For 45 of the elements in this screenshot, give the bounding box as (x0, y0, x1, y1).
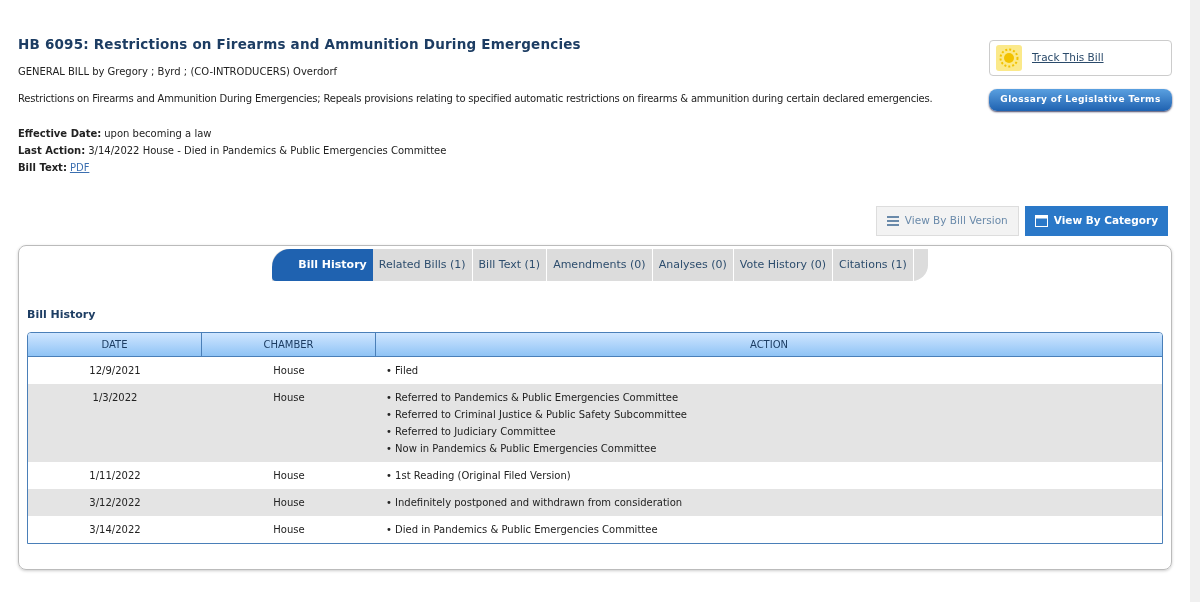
field-value: 3/14/2022 House - Died in Pandemics & Public Emergencies Committee (88, 144, 447, 159)
action-text: • Indefinitely postponed and withdrawn from consideration (386, 495, 684, 510)
chamber-cell-text: House (272, 363, 306, 378)
date-cell-text: 3/12/2022 (88, 495, 142, 510)
tab[interactable]: Citations (1) (833, 249, 914, 282)
bill-description: Restrictions on Firearms and Ammunition During Emergencies; Repeals provisions relating to specified automatic restrictions on firearms & ammunition during certain declared emergencies. (18, 92, 933, 107)
calendar-icon (1034, 215, 1048, 228)
sponsor-line: GENERAL BILL by Gregory ; Byrd ; (CO-INTRODUCERS) Overdorf (18, 65, 339, 80)
bill-title: HB 6095: Restrictions on Firearms and Ammunition During Emergencies (18, 35, 582, 54)
view-button[interactable]: View By Bill Version (875, 206, 1019, 237)
action-text: • Referred to Judiciary Committee (386, 424, 557, 439)
pdf-link[interactable]: PDF (69, 160, 90, 176)
column-header: CHAMBER (202, 332, 376, 356)
tab[interactable]: Amendments (0) (547, 249, 653, 282)
chamber-cell-text: House (272, 522, 306, 537)
view-button[interactable]: View By Category (1024, 206, 1168, 237)
field-value: upon becoming a law (104, 127, 212, 142)
column-header: DATE (28, 332, 202, 356)
date-cell-text: 12/9/2021 (88, 363, 142, 378)
column-header: ACTION (748, 337, 790, 352)
action-text: • Referred to Pandemics & Public Emergencies Committee (386, 390, 680, 405)
glossary-button[interactable]: Glossary of Legislative Terms (989, 89, 1172, 111)
tab[interactable]: Bill Text (1) (472, 249, 548, 282)
action-text: • Died in Pandemics & Public Emergencies Committee (386, 522, 659, 537)
tab[interactable]: Bill History (272, 249, 373, 282)
track-link[interactable]: Track This Bill (1032, 50, 1104, 66)
action-text: • Filed (386, 363, 420, 378)
date-cell-text: 3/14/2022 (88, 522, 142, 537)
chamber-cell-text: House (272, 390, 306, 405)
tab[interactable]: Vote History (0) (733, 249, 833, 282)
chamber-cell-text: House (272, 468, 306, 483)
action-text: • 1st Reading (Original Filed Version) (386, 468, 572, 483)
tab[interactable]: Related Bills (1) (372, 249, 473, 282)
tab[interactable]: Analyses (0) (652, 249, 734, 282)
action-text: • Now in Pandemics & Public Emergencies Committee (386, 441, 658, 456)
chamber-cell-text: House (272, 495, 306, 510)
sun-icon (996, 45, 1022, 71)
date-cell-text: 1/11/2022 (88, 468, 142, 483)
date-cell-text: 1/3/2022 (91, 390, 139, 405)
field-label: Bill Text: (18, 161, 67, 176)
field-label: Effective Date: (18, 127, 102, 142)
menu-icon (886, 216, 899, 227)
field-label: Last Action: (18, 144, 86, 159)
section-heading: Bill History (27, 307, 97, 324)
action-text: • Referred to Criminal Justice & Public Safety Subcommittee (386, 407, 688, 422)
